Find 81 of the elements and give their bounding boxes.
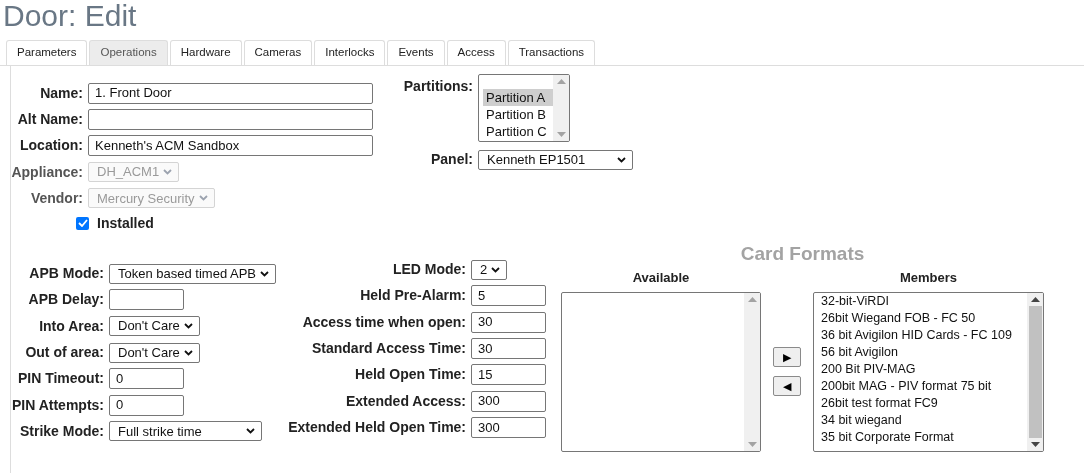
field-label: Held Pre-Alarm: [359, 286, 468, 306]
column-heading: Available [632, 270, 690, 287]
field-label: Alt Name: [16, 109, 84, 129]
dropdown[interactable]: Token based timed APB [109, 263, 277, 284]
list-option[interactable]: Partition A [483, 89, 553, 106]
tab[interactable]: Parameters [6, 40, 88, 65]
checkbox-label: Installed [97, 214, 154, 233]
dropdown[interactable]: Full strike time [109, 421, 262, 442]
chevron-down-icon [260, 270, 270, 277]
dropdown[interactable]: Don't Care [109, 316, 200, 337]
field-label: PIN Timeout: [16, 369, 105, 389]
list-option[interactable]: 32-bit-ViRDI [821, 293, 1028, 311]
chevron-down-icon [491, 266, 501, 273]
input-field[interactable]: Kenneth's ACM Sandbox [88, 135, 373, 157]
list-option[interactable]: 36 bit Avigilon HID Cards - FC 109 [821, 327, 1028, 345]
list-option[interactable]: 26bit Wiegand FOB - FC 50 [821, 310, 1028, 328]
remove-button[interactable]: ◀ [773, 376, 802, 397]
input-field[interactable]: 30 [471, 338, 547, 359]
dropdown[interactable]: 2 [471, 259, 508, 280]
input-field[interactable]: 30 [471, 311, 547, 333]
field-label: Extended Access: [344, 391, 468, 411]
tab[interactable]: Events [387, 40, 445, 65]
partition-list[interactable]: Partition A Partition B Partition C [478, 74, 570, 142]
field-label: Standard Access Time: [310, 339, 468, 358]
tab[interactable]: Operations [89, 40, 168, 65]
field-label: Out of area: [24, 343, 105, 362]
field-label: Strike Mode: [19, 421, 105, 441]
add-button[interactable]: ▶ [773, 347, 802, 368]
list-option[interactable]: 26bit test format FC9 [821, 395, 1028, 413]
list-option[interactable]: 200bit MAG - PIV format 75 bit [821, 378, 1028, 396]
chevron-down-icon [617, 156, 626, 163]
field-label: PIN Attempts: [10, 395, 105, 415]
list-option[interactable]: 200 Bit PIV-MAG [821, 361, 1028, 379]
tab[interactable]: Cameras [243, 40, 313, 65]
list-option[interactable]: 35 bit Corporate Format [821, 429, 1028, 447]
tab[interactable]: Hardware [169, 40, 242, 65]
chevron-down-icon [183, 349, 193, 356]
field-label: APB Mode: [28, 264, 105, 284]
field-label: Name: [39, 83, 84, 103]
scrollbar[interactable] [1027, 293, 1044, 452]
chevron-down-icon [198, 195, 208, 202]
page-title: Door: Edit [2, 0, 138, 31]
chevron-down-icon [183, 323, 193, 330]
dropdown[interactable]: Don't Care [109, 342, 200, 363]
available-list[interactable] [561, 292, 762, 453]
input-field[interactable]: 1. Front Door [88, 82, 373, 104]
tab[interactable]: Interlocks [314, 40, 386, 65]
list-option[interactable]: Partition B [483, 106, 553, 123]
field-label: Held Open Time: [354, 365, 468, 385]
list-option[interactable]: 34 bit wiegand [821, 412, 1028, 430]
dropdown[interactable]: Kenneth EP1501 [478, 149, 633, 170]
input-field[interactable]: 0 [109, 368, 184, 390]
input-field[interactable]: 300 [471, 390, 547, 412]
field-label: LED Mode: [391, 260, 468, 280]
field-label: APB Delay: [27, 290, 105, 310]
field-label: Extended Held Open Time: [287, 417, 468, 437]
section-title: Card Formats [739, 243, 866, 266]
column-heading: Members [900, 270, 958, 287]
field-label: Into Area: [38, 316, 105, 336]
list-option[interactable]: 56 bit Avigilon [821, 344, 1028, 362]
field-label: Vendor: [29, 188, 84, 208]
field-label: Partitions: [402, 77, 474, 96]
tab[interactable]: Access [446, 40, 506, 65]
field-label: Location: [19, 136, 84, 156]
input-field[interactable]: 300 [471, 416, 547, 438]
scroll-down-icon[interactable] [1030, 442, 1040, 448]
list-option[interactable]: Partition C [483, 123, 553, 140]
chevron-down-icon [163, 169, 173, 176]
input-field[interactable] [109, 289, 184, 311]
field-label: Panel: [430, 150, 474, 169]
checkbox[interactable] [76, 217, 89, 230]
input-field[interactable]: 0 [109, 394, 184, 416]
input-field[interactable]: 15 [471, 364, 547, 386]
scroll-up-icon[interactable] [1030, 297, 1040, 303]
field-label: Appliance: [10, 162, 84, 182]
input-field[interactable] [88, 108, 373, 130]
field-label: Access time when open: [301, 312, 468, 332]
chevron-down-icon [246, 428, 255, 435]
input-field[interactable]: 5 [471, 285, 547, 307]
tab[interactable]: Transactions [507, 40, 596, 65]
members-list[interactable]: 32-bit-ViRDI 26bit Wiegand FOB - FC 50 36 bit Avigilon HID Cards - FC 109 56 bit Avigilon 200 Bit PIV-MAG 200bit MAG - PIV format 75 bit 26bit test format FC9 34 bit wiegand 35 bit Corporate Format [813, 292, 1045, 453]
